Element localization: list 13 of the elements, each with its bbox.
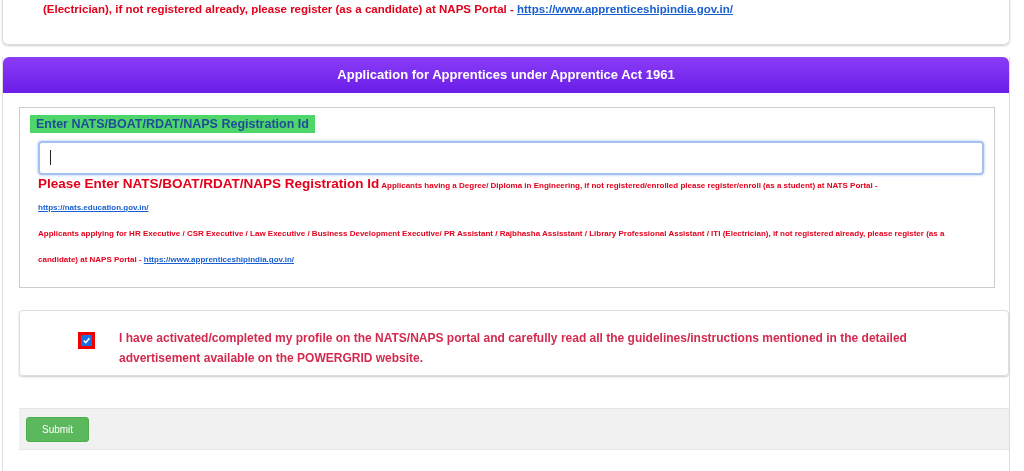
registration-id-field[interactable] <box>38 141 984 175</box>
field-label: Enter NATS/BOAT/RDAT/NAPS Registration Id <box>30 115 315 133</box>
panel-title: Application for Apprentices under Apprentice Act 1961 <box>337 67 675 82</box>
text-cursor <box>50 150 51 165</box>
portal-link[interactable]: https://nats.education.gov.in/ <box>38 195 984 221</box>
portal-link[interactable]: https://www.apprenticeshipindia.gov.in/ <box>143 255 295 264</box>
checkmark-icon <box>82 336 91 345</box>
help-note: Applicants applying for HR Executive / CSR Executive / Law Executive / Business Development Executive/ PR Assistant / Rajbhasha Assisstant / Library Professional Assistant / ITI (Electrician), if not registered already, please register (as a candidate) at NAPS Portal - https://www.apprenticeshipindia.gov.in/ <box>38 228 946 266</box>
notice-text: (Electrician), if not registered already, please register (as a candidate) at NAPS Portal - https://www.apprenticeshipindia.gov.in/ <box>42 2 734 15</box>
naps-link[interactable]: https://www.apprenticeshipindia.gov.in/ <box>517 3 733 15</box>
consent-text: I have activated/completed my profile on the NATS/NAPS portal and carefully read all the guidelines/instructions mentioned in the detailed advertisement available on the POWERGRID website. <box>119 330 908 367</box>
error-message: Please Enter NATS/BOAT/RDAT/NAPS Registration Id Applicants having a Degree/ Diploma in Engineering, if not registered/enrolled please register/enroll (as a student) at NATS Portal - https://nats.education.gov.in/ <box>38 175 984 221</box>
consent-checkbox[interactable] <box>78 332 95 349</box>
